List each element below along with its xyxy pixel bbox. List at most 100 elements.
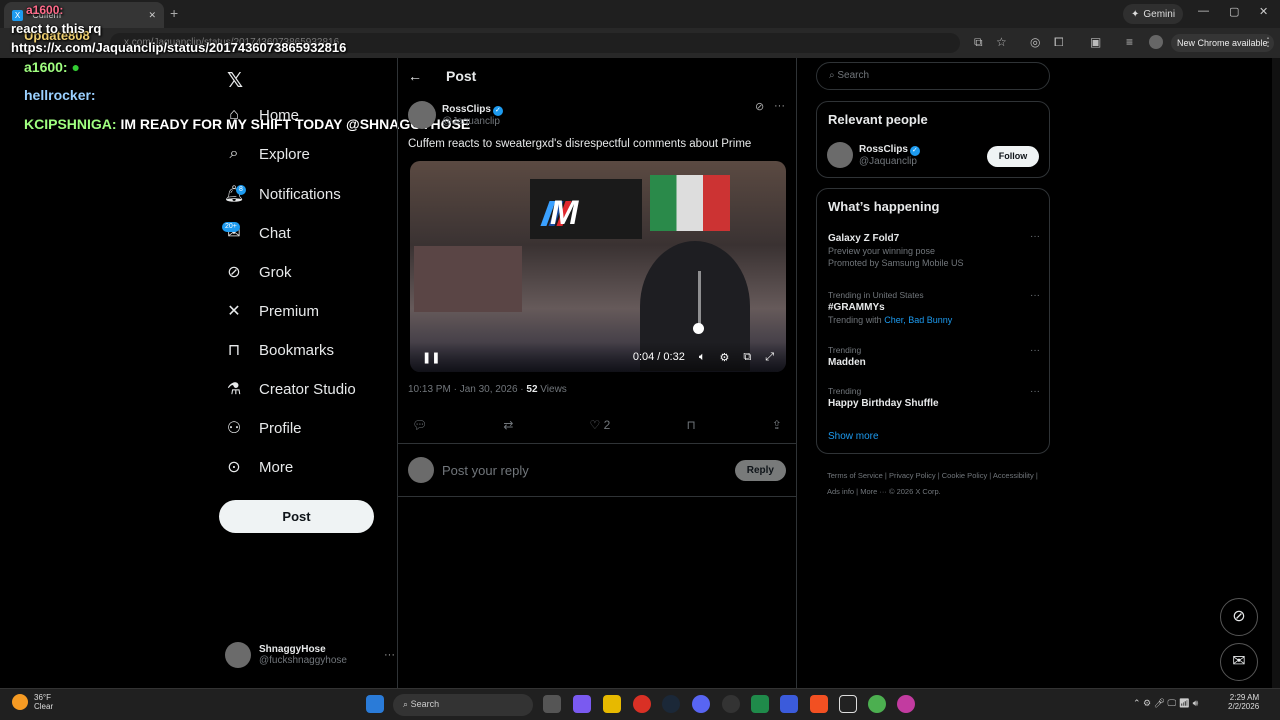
weather-desc: Clear <box>34 702 54 711</box>
volume-knob[interactable] <box>693 323 704 334</box>
trend-more-icon[interactable]: ··· <box>1030 386 1040 397</box>
fullscreen-icon[interactable]: ⤢ <box>765 351 774 364</box>
windows-taskbar: 36°F Clear ⌕ Search ⌃ ⚙ 🎤︎ 🖵 📶︎ 🔊︎ 2:29 A… <box>0 688 1280 720</box>
grok-post-icon[interactable]: ⊘ <box>755 100 764 113</box>
steam-icon[interactable] <box>662 695 680 713</box>
nav-creator-studio[interactable]: ⚗ Creator Studio <box>223 379 356 399</box>
kebab-menu-icon[interactable]: ⋮ <box>1262 35 1274 49</box>
discord-icon[interactable] <box>692 695 710 713</box>
task-view-icon[interactable] <box>543 695 561 713</box>
clock-date: 2/2/2026 <box>1228 702 1260 711</box>
more-dots-icon[interactable]: ··· <box>384 649 395 661</box>
footer-links[interactable]: Terms of Service | Privacy Policy | Cook… <box>827 468 1047 500</box>
trend-title: #GRAMMYs <box>828 302 885 313</box>
new-chrome-available[interactable]: New Chrome available <box>1171 34 1274 52</box>
chrome-profile-icon[interactable] <box>868 695 886 713</box>
brave-icon[interactable] <box>810 695 828 713</box>
nav-label: More <box>259 458 294 476</box>
extension-icon[interactable]: ◎ <box>1030 35 1040 49</box>
like-button[interactable]: ♡ 2 <box>590 418 611 432</box>
system-clock[interactable]: 2:29 AM 2/2/2026 <box>1228 693 1259 711</box>
video-pip-frame <box>414 246 522 312</box>
taskbar-search[interactable]: ⌕ Search <box>393 694 533 716</box>
copilot-icon[interactable] <box>573 695 591 713</box>
main-column: ← Post RossClips ✓ @Jaquanclip ⊘ ··· Cuff… <box>397 58 797 688</box>
account-name: ShnaggyHose <box>259 644 326 655</box>
bookmark-icon[interactable]: ⊓ <box>686 418 695 432</box>
reply-input[interactable]: Post your reply <box>442 463 727 478</box>
nav-home[interactable]: ⌂ Home <box>223 106 299 124</box>
close-window-button[interactable]: ✕ <box>1259 5 1268 18</box>
trend-item[interactable]: Trending Happy Birthday Shuffle ··· <box>828 386 1040 409</box>
minimize-button[interactable]: — <box>1198 5 1209 17</box>
sun-icon <box>12 694 28 710</box>
author-name: RossClips <box>442 103 491 115</box>
post-timestamp[interactable]: 10:13 PM · Jan 30, 2026 · <box>408 384 526 395</box>
flask-icon: ⚗ <box>226 381 242 398</box>
nav-grok[interactable]: ⊘ Grok <box>223 262 292 282</box>
volume-icon[interactable]: 🔈︎ <box>699 351 706 364</box>
bmw-m-flag: M <box>530 179 642 239</box>
pause-icon[interactable]: ❚❚ <box>422 351 440 364</box>
gemini-button[interactable]: ✦ Gemini <box>1123 4 1184 24</box>
repost-icon[interactable]: ⇄ <box>503 418 513 432</box>
obs-icon[interactable] <box>722 695 740 713</box>
windows-start-icon[interactable] <box>366 695 384 713</box>
video-time: 0:04 / 0:32 <box>632 351 685 363</box>
back-arrow-icon[interactable]: ← <box>408 68 422 84</box>
chrome-alt-icon[interactable] <box>897 695 915 713</box>
messages-fab-icon[interactable]: ✉ <box>1220 643 1258 681</box>
post-button[interactable]: Post <box>219 500 374 533</box>
menu-list-icon[interactable]: ≡ <box>1126 35 1133 49</box>
search-input[interactable]: ⌕ Search <box>816 62 1050 90</box>
nav-label: Grok <box>259 263 292 281</box>
wall-flag <box>650 175 730 231</box>
trend-promoted: Promoted by Samsung Mobile US <box>828 258 964 268</box>
maximize-button[interactable]: ▢ <box>1229 5 1239 18</box>
x-logo-icon[interactable]: 𝕏 <box>227 68 243 93</box>
video-player[interactable]: M ❚❚ 0:04 / 0:32 🔈︎ ⚙ ⧉ ⤢ <box>410 161 786 372</box>
nav-premium[interactable]: ✕ Premium <box>223 301 319 321</box>
trend-more-icon[interactable]: ··· <box>1030 231 1040 242</box>
trend-more-icon[interactable]: ··· <box>1030 290 1040 301</box>
settings-gear-icon[interactable]: ⚙ <box>719 351 729 364</box>
grok-fab-icon[interactable]: ⊘ <box>1220 598 1258 636</box>
share-icon[interactable]: ⇪ <box>772 418 782 432</box>
nav-explore[interactable]: ⌕ Explore <box>223 145 310 163</box>
post-author[interactable]: RossClips ✓ @Jaquanclip <box>408 101 503 129</box>
nav-more[interactable]: ⊙ More <box>223 457 293 477</box>
trend-sub: Preview your winning pose <box>828 246 936 256</box>
nav-bookmarks[interactable]: ⊓ Bookmarks <box>223 340 334 360</box>
relevant-person[interactable]: RossClips ✓ @Jaquanclip <box>827 142 920 168</box>
reply-icon[interactable]: 💬︎ <box>412 418 427 432</box>
info-app-icon[interactable] <box>839 695 857 713</box>
file-explorer-icon[interactable] <box>603 695 621 713</box>
post-more-icon[interactable]: ··· <box>774 100 785 112</box>
show-more-link[interactable]: Show more <box>828 431 879 442</box>
powershell-icon[interactable] <box>780 695 798 713</box>
sidepanel-icon[interactable]: ▣ <box>1090 35 1101 49</box>
trend-item[interactable]: Trending in United States #GRAMMYs Trend… <box>828 290 1040 325</box>
trend-item[interactable]: Galaxy Z Fold7 Preview your winning pose… <box>828 231 1040 268</box>
follow-button[interactable]: Follow <box>987 146 1039 167</box>
system-tray[interactable]: ⌃ ⚙ 🎤︎ 🖵 📶︎ 🔊︎ <box>1133 698 1198 709</box>
bookmark-star-icon[interactable]: ☆ <box>996 35 1007 49</box>
chat-message: https://x.com/Jaquanclip/status/20174360… <box>11 40 347 55</box>
profile-avatar[interactable] <box>1149 35 1163 49</box>
trend-more-icon[interactable]: ··· <box>1030 345 1040 356</box>
volume-slider[interactable] <box>698 271 701 326</box>
trend-item[interactable]: Trending Madden ··· <box>828 345 1040 368</box>
nav-label: Explore <box>259 145 310 163</box>
page-scrollbar[interactable] <box>1272 58 1280 688</box>
pip-icon[interactable]: ⧉ <box>743 351 751 364</box>
happening-title: What’s happening <box>828 199 940 214</box>
account-switcher[interactable]: ShnaggyHose @fuckshnaggyhose ··· <box>225 642 395 668</box>
install-icon[interactable]: ⧉ <box>974 35 983 50</box>
reply-button[interactable]: Reply <box>734 459 786 481</box>
puzzle-icon[interactable]: ⧠ <box>1054 35 1064 50</box>
weather-widget[interactable]: 36°F Clear <box>12 693 53 711</box>
nav-profile[interactable]: ⚇ Profile <box>223 418 302 438</box>
app-icon[interactable] <box>751 695 769 713</box>
trend-links[interactable]: Cher, Bad Bunny <box>884 315 952 325</box>
chrome-icon[interactable] <box>633 695 651 713</box>
